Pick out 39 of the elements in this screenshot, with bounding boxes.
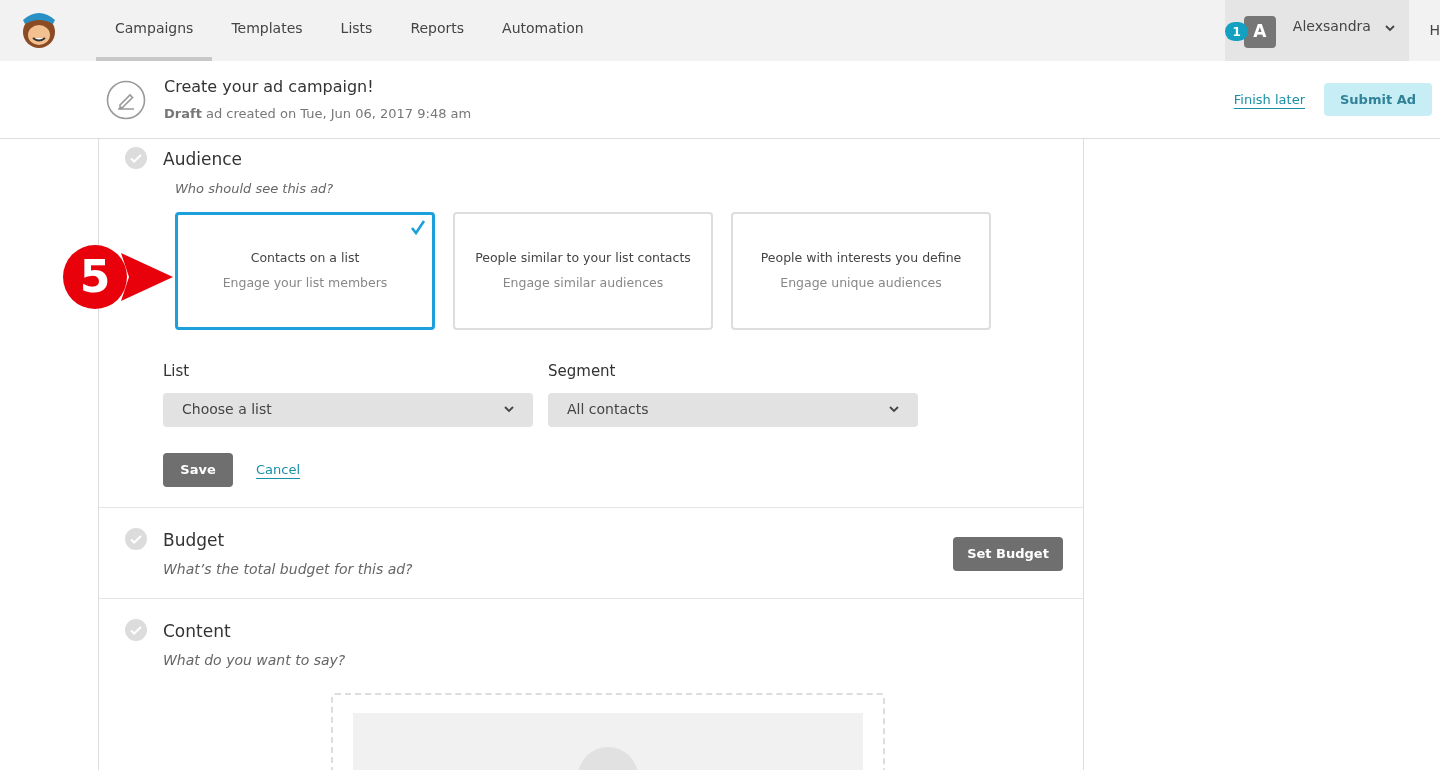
nav-item[interactable]: H (1429, 0, 1440, 61)
dropdown-field[interactable]: All contacts (548, 392, 918, 427)
edit-icon (106, 79, 146, 120)
cancel-link[interactable]: Cancel (256, 459, 301, 480)
nav-tab[interactable]: Campaigns (96, 0, 213, 61)
check-circle-icon (125, 527, 147, 550)
audience-option-card[interactable]: Contacts on a list Engage your list members (175, 212, 435, 330)
avatar: A (1243, 16, 1276, 48)
finish-later-link[interactable]: Finish later (1233, 89, 1305, 110)
field-label: Segment (548, 361, 617, 382)
section-title: Content (163, 619, 232, 643)
nav-tab[interactable]: Lists (321, 0, 392, 61)
section-question: What do you want to say? (163, 651, 346, 670)
section-question: What’s the total budget for this ad? (163, 560, 413, 579)
save-button[interactable]: Save (163, 452, 233, 487)
notification-badge: 1 (1225, 22, 1248, 41)
draft-status: Draft ad created on Tue, Jun 06, 2017 9:48 am (164, 105, 472, 124)
audience-option-card[interactable]: People with interests you define Engage unique audiences (731, 212, 991, 330)
nav-tab[interactable]: Templates (212, 0, 322, 61)
account-menu[interactable]: 1 A Alexsandra (1225, 0, 1410, 61)
section-title: Budget (163, 528, 226, 552)
nav-tab[interactable]: Reports (391, 0, 484, 61)
nav-tab[interactable]: Automation (483, 0, 603, 61)
checkmark-icon (410, 219, 426, 235)
page-title: Create your ad campaign! (164, 76, 375, 99)
chevron-down-icon (504, 406, 514, 413)
step-number-badge: 5 (63, 245, 127, 309)
section-title: Audience (163, 148, 243, 171)
pointer-arrow-icon (121, 253, 173, 301)
check-circle-icon (125, 618, 147, 641)
audience-option-card[interactable]: People similar to your list contacts Engage similar audiences (453, 212, 713, 330)
check-circle-icon (125, 147, 147, 169)
user-name: Alexsandra (1292, 17, 1371, 36)
dropdown-field[interactable]: Choose a list (163, 392, 533, 427)
set-budget-button[interactable]: Set Budget (953, 536, 1063, 571)
chevron-down-icon (889, 406, 899, 413)
chevron-down-icon (1384, 25, 1395, 32)
section-question: Who should see this ad? (175, 179, 335, 198)
field-label: List (163, 361, 191, 382)
